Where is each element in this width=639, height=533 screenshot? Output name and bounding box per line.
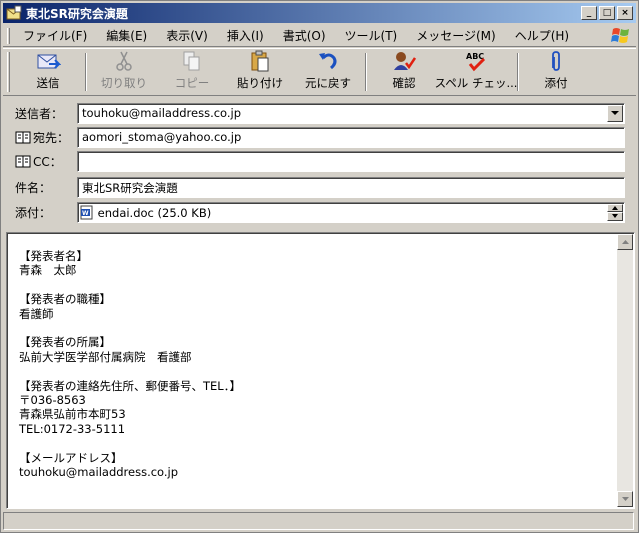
svg-text:W: W (82, 210, 89, 217)
subject-label: 件名： (15, 180, 52, 195)
send-icon (37, 54, 61, 69)
undo-button[interactable]: 元に戻す (294, 49, 362, 95)
scroll-up-button[interactable] (617, 234, 633, 250)
spell-check-icon: ABC (466, 52, 486, 72)
menu-insert[interactable]: 挿入(I) (218, 27, 274, 44)
menu-help[interactable]: ヘルプ(H) (506, 27, 579, 44)
attach-row: 添付： W endai.doc (25.0 KB) (3, 201, 636, 223)
attachment-item[interactable]: endai.doc (25.0 KB) (98, 206, 212, 220)
toolbar-separator (517, 53, 519, 91)
to-input[interactable]: aomori_stoma@yahoo.co.jp (77, 126, 625, 148)
paperclip-icon (552, 51, 560, 71)
chevron-down-icon (621, 497, 629, 501)
address-book-icon (15, 155, 31, 167)
message-body-text[interactable]: 【発表者名】 青森 太郎 【発表者の職種】 看護師 【発表者の所属】 弘前大学医… (19, 249, 609, 480)
attach-button[interactable]: 添付 (522, 49, 590, 95)
send-button[interactable]: 送信 (14, 49, 82, 95)
cc-label-button[interactable]: CC： (15, 153, 62, 170)
spell-check-label: スペル チェッ... (434, 76, 518, 90)
cc-label: CC： (33, 154, 62, 169)
attachment-scroll-down[interactable] (607, 212, 623, 221)
cut-label: 切り取り (101, 76, 147, 90)
toolbar-grip[interactable] (7, 52, 10, 92)
send-label: 送信 (36, 76, 60, 90)
cc-row: CC： (3, 150, 636, 172)
copy-button[interactable]: コピー (158, 49, 226, 95)
chevron-up-icon (612, 205, 618, 210)
chevron-down-icon (611, 110, 619, 115)
new-mail-icon (6, 5, 22, 21)
to-value: aomori_stoma@yahoo.co.jp (82, 129, 242, 144)
compose-window: 東北SR研究会演題 _ □ × ファイル(F) 編集(E) 表示(V) 挿入(I… (0, 0, 639, 533)
menu-file[interactable]: ファイル(F) (14, 27, 97, 44)
menu-message[interactable]: メッセージ(M) (407, 27, 505, 44)
chevron-down-icon (612, 214, 618, 219)
copy-label: コピー (174, 76, 210, 90)
check-names-icon (394, 52, 416, 70)
check-names-label: 確認 (392, 76, 416, 90)
from-label: 送信者： (15, 106, 64, 121)
undo-icon (319, 53, 337, 70)
menu-grip[interactable] (7, 27, 10, 44)
from-select[interactable]: touhoku@mailaddress.co.jp (77, 102, 625, 124)
from-row: 送信者： touhoku@mailaddress.co.jp (3, 102, 636, 124)
body-vertical-scrollbar[interactable] (617, 234, 633, 507)
undo-label: 元に戻す (305, 76, 351, 90)
toolbar-separator (365, 53, 367, 91)
attach-label: 添付 (544, 76, 568, 90)
cut-button[interactable]: 切り取り (90, 49, 158, 95)
title-bar[interactable]: 東北SR研究会演題 _ □ × (3, 3, 636, 23)
subject-input[interactable]: 東北SR研究会演題 (77, 176, 625, 198)
subject-value: 東北SR研究会演題 (82, 180, 178, 195)
paste-button[interactable]: 貼り付け (226, 49, 294, 95)
to-label-button[interactable]: 宛先： (15, 129, 69, 146)
attachment-scroll[interactable] (607, 203, 623, 221)
menu-tools[interactable]: ツール(T) (336, 27, 408, 44)
toolbar-separator (85, 53, 87, 91)
menu-format[interactable]: 書式(O) (274, 27, 336, 44)
attachment-scroll-up[interactable] (607, 203, 623, 212)
spell-check-button[interactable]: ABC スペル チェッ... (435, 49, 518, 95)
windows-logo-icon (610, 26, 632, 46)
to-label: 宛先： (33, 130, 70, 145)
maximize-button[interactable]: □ (599, 6, 615, 20)
paste-icon (251, 50, 269, 72)
window-title: 東北SR研究会演題 (26, 6, 128, 21)
copy-icon (183, 51, 200, 71)
scroll-down-button[interactable] (617, 491, 633, 507)
minimize-button[interactable]: _ (581, 6, 597, 20)
cc-input[interactable] (77, 150, 625, 172)
attach-field-label: 添付： (15, 205, 52, 220)
from-value: touhoku@mailaddress.co.jp (82, 105, 242, 120)
chevron-up-icon (621, 240, 629, 244)
menu-view[interactable]: 表示(V) (157, 27, 218, 44)
menu-bar: ファイル(F) 編集(E) 表示(V) 挿入(I) 書式(O) ツール(T) メ… (3, 25, 636, 47)
toolbar: 送信 切り取り コピー 貼り付け 元に戻す 確認 ABC スペル チェッ... … (3, 48, 636, 96)
header-fields: 送信者： touhoku@mailaddress.co.jp 宛先： aomor… (3, 98, 636, 228)
address-book-icon (15, 131, 31, 143)
status-bar (3, 511, 636, 531)
check-names-button[interactable]: 確認 (370, 49, 438, 95)
paste-label: 貼り付け (237, 76, 283, 90)
to-row: 宛先： aomori_stoma@yahoo.co.jp (3, 126, 636, 148)
status-panel (3, 512, 634, 530)
word-document-icon: W (80, 205, 93, 219)
from-dropdown-button[interactable] (607, 104, 623, 122)
attachment-list[interactable]: W endai.doc (25.0 KB) (77, 201, 625, 223)
subject-row: 件名： 東北SR研究会演題 (3, 176, 636, 198)
message-body-editor[interactable]: 【発表者名】 青森 太郎 【発表者の職種】 看護師 【発表者の所属】 弘前大学医… (6, 232, 635, 509)
close-button[interactable]: × (617, 6, 633, 20)
menu-edit[interactable]: 編集(E) (97, 27, 157, 44)
scissors-icon (116, 51, 132, 71)
